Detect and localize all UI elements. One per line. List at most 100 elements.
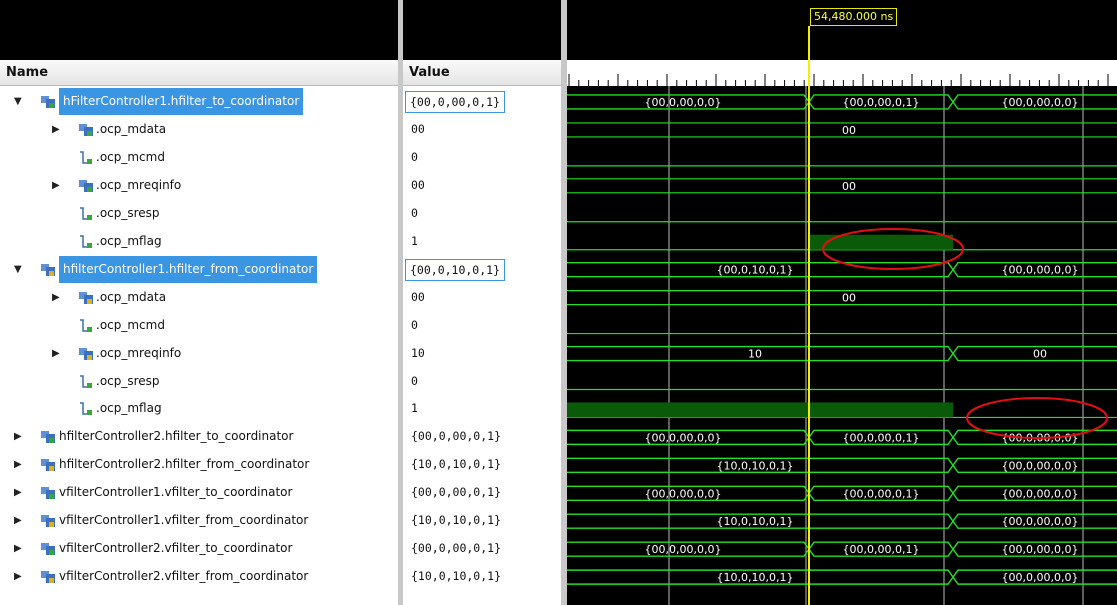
bus-signal-icon bbox=[79, 123, 93, 136]
expand-arrow-icon[interactable]: ▶ bbox=[52, 172, 60, 199]
signal-name: .ocp_sresp bbox=[96, 373, 160, 388]
value-row[interactable]: {10,0,10,0,1} bbox=[403, 451, 561, 478]
waveform-canvas: {00,0,00,0,0} {00,0,00,0,1} {00,0,00,0,0} 0… bbox=[567, 26, 1117, 605]
bus-signal-icon bbox=[79, 347, 93, 360]
value-row[interactable]: {00,0,00,0,1} bbox=[403, 423, 561, 450]
bus-value-label: {00,0,10,0,1} bbox=[717, 264, 794, 277]
signal-name: hfilterController2.hfilter_to_coordinato… bbox=[59, 429, 294, 444]
value-row[interactable]: {00,0,00,0,1} bbox=[403, 88, 561, 115]
bit-signal-icon bbox=[80, 374, 92, 388]
signal-row[interactable]: ▶ vfilterController2.vfilter_from_coordin… bbox=[0, 563, 398, 590]
name-panel: Name ▼ hFilterController1.hfilter_to_coor… bbox=[0, 0, 398, 605]
expand-arrow-icon[interactable]: ▶ bbox=[14, 451, 22, 478]
expand-arrow-icon[interactable]: ▶ bbox=[52, 284, 60, 311]
signal-name: .ocp_mdata bbox=[96, 121, 167, 136]
signal-row[interactable]: ▶ vfilterController2.vfilter_to_coordinat… bbox=[0, 535, 398, 562]
bus-value-label: {00,0,00,0,1} bbox=[843, 96, 920, 109]
bit-signal-icon bbox=[80, 151, 92, 164]
signal-value: 0 bbox=[411, 317, 418, 332]
signal-row[interactable]: ▶ vfilterController1.vfilter_to_coordinat… bbox=[0, 479, 398, 506]
value-row[interactable]: 0 bbox=[403, 144, 561, 171]
value-row[interactable]: 1 bbox=[403, 228, 561, 255]
signal-row[interactable]: .ocp_mflag bbox=[0, 228, 398, 255]
cursor-time-label[interactable]: 54,480.000 ns bbox=[810, 8, 898, 26]
collapse-arrow-icon[interactable]: ▼ bbox=[14, 256, 22, 283]
expand-arrow-icon[interactable]: ▶ bbox=[52, 116, 60, 143]
signal-row[interactable]: ▶ .ocp_mreqinfo bbox=[0, 340, 398, 367]
bus-signal-icon bbox=[41, 431, 55, 444]
signal-value: {00,0,10,0,1} bbox=[405, 258, 506, 281]
bus-value-label: {00,0,00,0,0} bbox=[1002, 96, 1079, 109]
signal-name: vfilterController2.vfilter_to_coordinato… bbox=[59, 541, 293, 556]
signal-name: .ocp_mflag bbox=[96, 233, 162, 248]
value-row[interactable]: {00,0,10,0,1} bbox=[403, 255, 561, 283]
signal-value: 1 bbox=[411, 233, 418, 248]
signal-row[interactable]: ▼ hfilterController1.hfilter_from_coordin… bbox=[0, 255, 398, 283]
expand-arrow-icon[interactable]: ▶ bbox=[14, 535, 22, 562]
signal-name: vfilterController1.vfilter_from_coordina… bbox=[59, 513, 309, 528]
signal-row[interactable]: ▶ hfilterController2.hfilter_from_coordin… bbox=[0, 451, 398, 478]
bus-value-label: {10,0,10,0,1} bbox=[717, 571, 794, 584]
value-row[interactable]: {00,0,00,0,1} bbox=[403, 535, 561, 562]
bus-signal-icon bbox=[41, 543, 55, 556]
signal-row[interactable]: ▶ vfilterController1.vfilter_from_coordin… bbox=[0, 507, 398, 534]
signal-value: {00,0,00,0,1} bbox=[411, 541, 502, 556]
bit-signal-icon bbox=[80, 402, 92, 416]
bus-value-label: {00,0,00,0,0} bbox=[645, 96, 722, 109]
signal-value: {00,0,00,0,1} bbox=[405, 91, 506, 113]
value-row[interactable]: 0 bbox=[403, 312, 561, 339]
bus-signal-icon bbox=[41, 263, 55, 276]
tick-label: |54 bbox=[1088, 62, 1106, 75]
bus-value-label: 00 bbox=[842, 124, 856, 137]
signal-row[interactable]: .ocp_sresp bbox=[0, 368, 398, 395]
value-row[interactable]: 00 bbox=[403, 116, 561, 143]
bus-value-label: {00,0,00,0,0} bbox=[645, 431, 722, 444]
signal-name: hFilterController1.hfilter_to_coordinato… bbox=[59, 88, 304, 115]
value-row[interactable]: 00 bbox=[403, 284, 561, 311]
value-row[interactable]: 0 bbox=[403, 200, 561, 227]
signal-row[interactable]: ▶ .ocp_mreqinfo bbox=[0, 172, 398, 199]
bus-signal-icon bbox=[79, 291, 93, 304]
expand-arrow-icon[interactable]: ▶ bbox=[14, 479, 22, 506]
value-row[interactable]: 0 bbox=[403, 368, 561, 395]
bus-signal-icon bbox=[41, 487, 55, 500]
signal-name: .ocp_mflag bbox=[96, 401, 162, 416]
signal-name: hfilterController1.hfilter_from_coordina… bbox=[59, 255, 318, 283]
signal-row[interactable]: .ocp_mflag bbox=[0, 395, 398, 422]
signal-name: vfilterController1.vfilter_to_coordinato… bbox=[59, 485, 293, 500]
bus-value-label: {00,0,00,0,0} bbox=[1002, 459, 1079, 472]
signal-value: 00 bbox=[411, 121, 425, 136]
name-column-header[interactable]: Name bbox=[0, 60, 398, 86]
value-row[interactable]: 10 bbox=[403, 340, 561, 367]
signal-name: vfilterController2.vfilter_from_coordina… bbox=[59, 569, 309, 584]
tick-label: 54,470 ns bbox=[667, 62, 722, 75]
signal-row[interactable]: ▶ .ocp_mdata bbox=[0, 116, 398, 143]
value-column-header[interactable]: Value bbox=[403, 60, 561, 86]
signal-value: {10,0,10,0,1} bbox=[411, 457, 502, 472]
value-panel: Value {00,0,00,0,1} 00 0 00 0 1 {00,0,10,0,1} 0… bbox=[403, 0, 561, 605]
value-row[interactable]: 00 bbox=[403, 172, 561, 199]
signal-row[interactable]: .ocp_mcmd bbox=[0, 312, 398, 339]
signal-row[interactable]: .ocp_sresp bbox=[0, 200, 398, 227]
value-row[interactable]: {10,0,10,0,1} bbox=[403, 563, 561, 590]
bit-signal-icon bbox=[80, 318, 92, 332]
expand-arrow-icon[interactable]: ▶ bbox=[14, 507, 22, 534]
value-row[interactable]: {00,0,00,0,1} bbox=[403, 479, 561, 506]
bus-value-label: {00,0,00,0,1} bbox=[843, 543, 920, 556]
signal-row[interactable]: .ocp_mcmd bbox=[0, 144, 398, 171]
signal-name: .ocp_mreqinfo bbox=[96, 345, 182, 360]
signal-row[interactable]: ▶ hfilterController2.hfilter_to_coordinat… bbox=[0, 423, 398, 450]
expand-arrow-icon[interactable]: ▶ bbox=[52, 340, 60, 367]
waveform-panel[interactable]: {00,0,00,0,0} {00,0,00,0,1} {00,0,00,0,0} 0… bbox=[567, 0, 1117, 605]
bus-value-label: 10 bbox=[748, 348, 762, 361]
expand-arrow-icon[interactable]: ▶ bbox=[14, 423, 22, 450]
collapse-arrow-icon[interactable]: ▼ bbox=[14, 88, 22, 115]
bus-value-label: {00,0,00,0,0} bbox=[1002, 515, 1079, 528]
value-row[interactable]: {10,0,10,0,1} bbox=[403, 507, 561, 534]
signal-value: 00 bbox=[411, 289, 425, 304]
signal-row[interactable]: ▶ .ocp_mdata bbox=[0, 284, 398, 311]
expand-arrow-icon[interactable]: ▶ bbox=[14, 563, 22, 590]
value-row[interactable]: 1 bbox=[403, 395, 561, 422]
signal-row[interactable]: ▼ hFilterController1.hfilter_to_coordinat… bbox=[0, 88, 398, 115]
signal-value: {00,0,00,0,1} bbox=[411, 485, 502, 500]
